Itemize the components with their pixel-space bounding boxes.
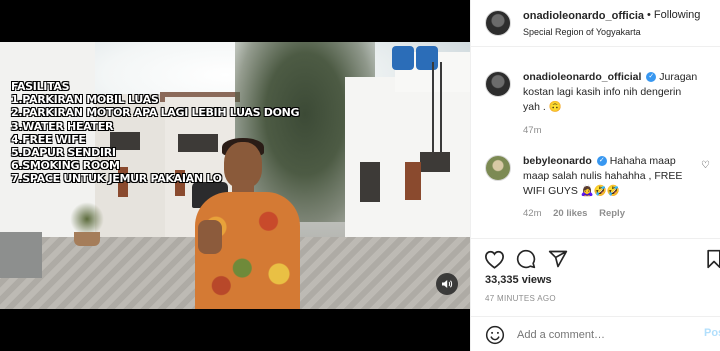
caption-time[interactable]: 47m bbox=[523, 125, 541, 136]
potted-plant bbox=[70, 202, 104, 236]
heart-icon bbox=[484, 250, 504, 269]
paper-plane-icon bbox=[548, 250, 568, 268]
following-button[interactable]: Following bbox=[654, 9, 700, 21]
overlay-line: FASILITAS bbox=[11, 80, 70, 93]
water-tank bbox=[392, 46, 414, 70]
follow-separator: • bbox=[647, 9, 651, 21]
comment-meta: 42m 20 likes Reply bbox=[523, 208, 634, 219]
overlay-line: 7.SPACE UNTUK JEMUR PAKAIAN LO bbox=[11, 172, 222, 186]
door bbox=[405, 162, 421, 200]
reply-button[interactable]: Reply bbox=[599, 208, 625, 219]
window bbox=[420, 152, 450, 172]
planter-box bbox=[0, 232, 42, 278]
post-timestamp[interactable]: 47 MINUTES AGO bbox=[485, 294, 556, 303]
post-owner-username[interactable]: onadioleonardo_officia bbox=[523, 10, 644, 22]
person-hand bbox=[198, 220, 222, 254]
post-comment-button[interactable]: Post bbox=[704, 327, 720, 339]
overlay-line: 4.FREE WIFE bbox=[11, 132, 86, 146]
verified-badge-icon: ✓ bbox=[646, 72, 657, 83]
like-button[interactable] bbox=[483, 248, 505, 270]
post-actions: 33,335 views 47 MINUTES AGO bbox=[471, 238, 720, 324]
like-comment-heart-icon[interactable]: ♡ bbox=[701, 160, 710, 171]
caption-meta: 47m bbox=[523, 125, 550, 136]
avatar[interactable] bbox=[485, 71, 511, 97]
speaker-icon bbox=[442, 280, 453, 288]
video-text-overlay: FASILITAS 1.PARKIRAN MOBIL LUAS 2.PARKIR… bbox=[11, 80, 300, 186]
comment-button[interactable] bbox=[515, 248, 537, 270]
comment-bubble-icon bbox=[516, 249, 536, 269]
caption-username[interactable]: onadioleonardo_official bbox=[523, 71, 641, 83]
post-header: onadioleonardo_officia • Following Speci… bbox=[471, 0, 720, 47]
overlay-line: 6.SMOKING ROOM bbox=[11, 159, 120, 173]
comment-time[interactable]: 42m bbox=[523, 208, 541, 219]
plant-pot bbox=[74, 232, 100, 246]
comment-input[interactable] bbox=[517, 327, 687, 343]
save-button[interactable] bbox=[703, 248, 720, 270]
window bbox=[360, 162, 380, 202]
overlay-line: 5.DAPUR SENDIRI bbox=[11, 146, 116, 160]
overlay-line: 3.WATER HEATER bbox=[11, 119, 114, 133]
comment-username[interactable]: bebyleonardo bbox=[523, 155, 592, 167]
caption: onadioleonardo_official ✓ Juragan kostan… bbox=[523, 70, 701, 115]
view-count[interactable]: 33,335 views bbox=[485, 274, 552, 286]
smiley-icon bbox=[485, 325, 505, 345]
overlay-line: 2.PARKIRAN MOTOR APA LAGI LEBIH LUAS DON… bbox=[11, 106, 300, 120]
post-location[interactable]: Special Region of Yogyakarta bbox=[523, 27, 641, 37]
overlay-line: 1.PARKIRAN MOBIL LUAS bbox=[11, 93, 159, 107]
sound-toggle-button[interactable] bbox=[436, 273, 458, 295]
follow-status[interactable]: • Following bbox=[647, 9, 700, 21]
add-comment-bar: Post bbox=[471, 316, 720, 351]
bookmark-icon bbox=[707, 249, 720, 269]
verified-badge-icon: ✓ bbox=[596, 156, 607, 167]
emoji-button[interactable] bbox=[485, 325, 505, 350]
comment: bebyleonardo ✓ Hahaha maap maap salah nu… bbox=[523, 154, 701, 199]
avatar[interactable] bbox=[485, 10, 511, 36]
share-button[interactable] bbox=[547, 248, 569, 270]
avatar[interactable] bbox=[485, 155, 511, 181]
post-side-panel: onadioleonardo_officia • Following Speci… bbox=[470, 0, 720, 351]
post-video[interactable]: FASILITAS 1.PARKIRAN MOBIL LUAS 2.PARKIR… bbox=[0, 0, 470, 351]
comment-likes[interactable]: 20 likes bbox=[553, 208, 587, 219]
